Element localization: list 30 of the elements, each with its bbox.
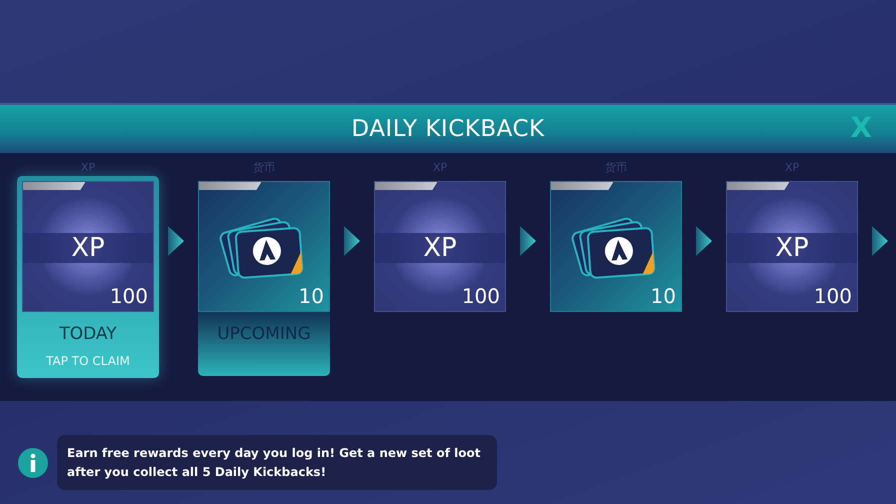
xp-reward-card[interactable]: XP 100 xyxy=(374,181,506,312)
reward-amount: 100 xyxy=(814,285,852,307)
status-label: UPCOMING xyxy=(217,323,311,346)
chevron-right-icon xyxy=(344,226,360,256)
reward-amount: 10 xyxy=(650,285,676,307)
window-title: DAILY KICKBACK xyxy=(351,114,545,144)
xp-label: XP xyxy=(23,233,153,263)
info-icon[interactable] xyxy=(17,446,49,479)
rarity-bar xyxy=(551,182,614,190)
xp-label: XP xyxy=(375,233,505,263)
rarity-bar xyxy=(375,182,438,190)
status-label: TODAY xyxy=(59,323,117,346)
reward-amount: 10 xyxy=(298,285,324,307)
rarity-bar xyxy=(23,182,86,190)
reward-amount: 100 xyxy=(110,285,148,307)
xp-reward-card[interactable]: XP 100 xyxy=(726,181,858,312)
currency-reward-card[interactable]: 10 xyxy=(550,181,682,312)
claim-label: TAP TO CLAIM xyxy=(46,352,130,370)
currency-reward-card[interactable]: 10 xyxy=(198,181,330,312)
reward-amount: 100 xyxy=(462,285,500,307)
chevron-right-icon xyxy=(872,226,888,256)
reward-tile[interactable]: XP 100 TODAY TAP TO CLAIM xyxy=(17,176,159,378)
chevron-right-icon xyxy=(168,226,184,256)
info-message: Earn free rewards every day you log in! Get a new set of loot after you collect all 5 Daily Kickbacks! xyxy=(57,435,497,490)
xp-label: XP xyxy=(727,233,857,263)
chevron-right-icon xyxy=(520,226,536,256)
rarity-bar xyxy=(727,182,790,190)
chevron-right-icon xyxy=(696,226,712,256)
rarity-bar xyxy=(199,182,262,190)
xp-reward-card[interactable]: XP 100 xyxy=(22,181,154,312)
